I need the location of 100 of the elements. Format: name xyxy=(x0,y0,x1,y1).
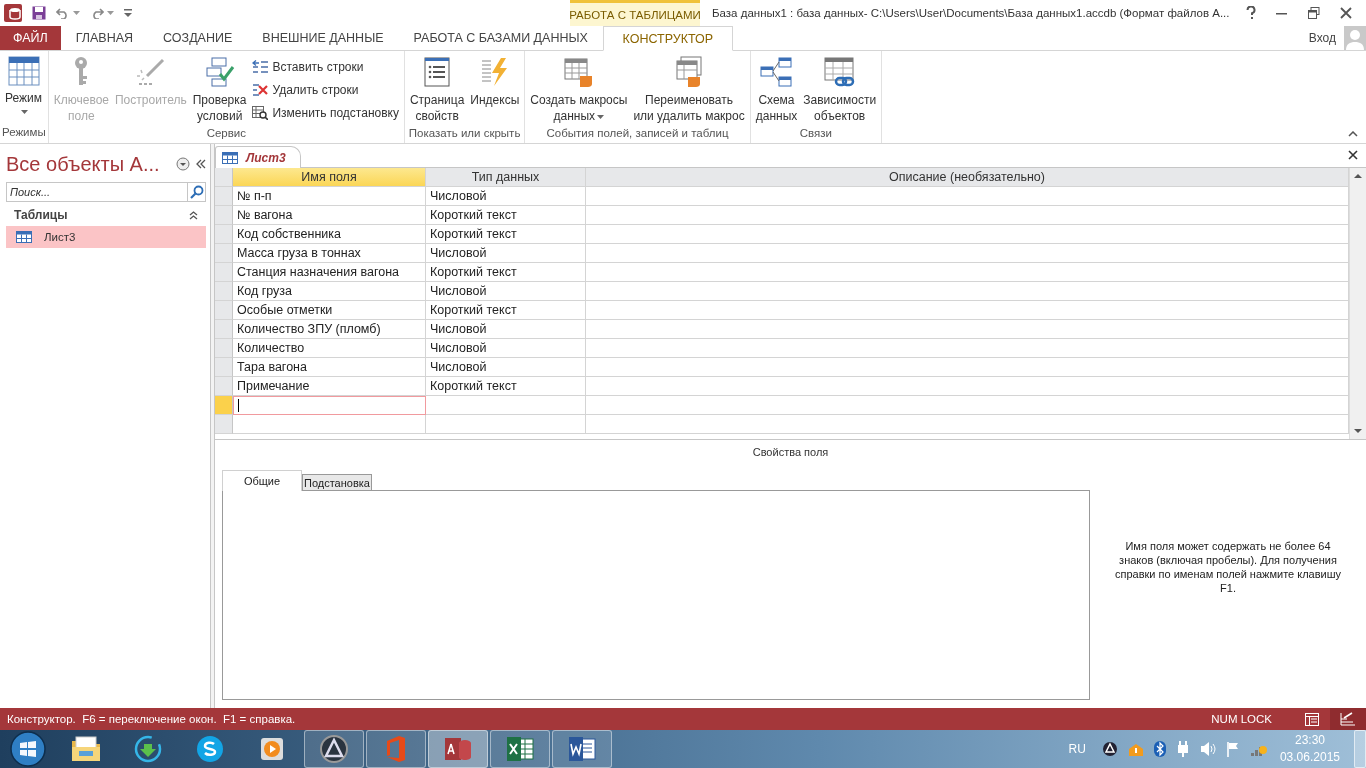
taskbar-button[interactable] xyxy=(490,730,550,768)
description-cell[interactable] xyxy=(586,415,1349,434)
ribbon-tab[interactable]: ВНЕШНИЕ ДАННЫЕ xyxy=(247,26,399,50)
collapse-section-icon[interactable] xyxy=(189,210,198,220)
properties-tab[interactable]: Общие xyxy=(222,470,302,491)
ribbon-button[interactable]: Страница свойств xyxy=(406,53,468,127)
row-selector[interactable] xyxy=(215,415,233,434)
sign-in-link[interactable]: Вход xyxy=(1308,31,1336,45)
row-selector[interactable] xyxy=(215,339,233,358)
dropdown-circle-icon[interactable] xyxy=(176,157,190,171)
ribbon-button[interactable]: Индексы xyxy=(467,53,523,111)
close-icon[interactable] xyxy=(1348,150,1358,160)
ribbon-button[interactable]: Создать макросы данных xyxy=(527,53,631,127)
avatar-icon[interactable] xyxy=(1344,26,1366,50)
row-selector[interactable] xyxy=(215,320,233,339)
ribbon-button[interactable]: Изменить подстановку xyxy=(249,101,402,124)
help-icon[interactable] xyxy=(1246,6,1256,20)
ribbon-button[interactable]: Режим xyxy=(2,53,45,117)
row-selector[interactable] xyxy=(215,187,233,206)
description-cell[interactable] xyxy=(586,225,1349,244)
properties-tab[interactable]: Подстановка xyxy=(302,474,372,490)
field-name-cell[interactable]: № вагона xyxy=(233,206,426,225)
field-name-cell[interactable]: Тара вагона xyxy=(233,358,426,377)
description-cell[interactable] xyxy=(586,396,1349,415)
field-name-input[interactable] xyxy=(233,396,426,415)
ribbon-button[interactable]: Удалить строки xyxy=(249,78,402,101)
save-icon[interactable] xyxy=(32,6,46,20)
description-cell[interactable] xyxy=(586,301,1349,320)
column-header[interactable]: Имя поля xyxy=(233,168,426,187)
view-button[interactable] xyxy=(1330,708,1366,730)
row-selector[interactable] xyxy=(215,225,233,244)
data-type-cell[interactable]: Короткий текст xyxy=(426,263,586,282)
ribbon-tab[interactable]: ФАЙЛ xyxy=(0,26,61,50)
data-type-cell[interactable]: Числовой xyxy=(426,244,586,263)
ribbon-tab[interactable]: ГЛАВНАЯ xyxy=(60,26,149,50)
field-name-cell[interactable]: № п-п xyxy=(233,187,426,206)
description-cell[interactable] xyxy=(586,377,1349,396)
close-icon[interactable] xyxy=(1340,7,1352,19)
data-type-cell[interactable]: Числовой xyxy=(426,358,586,377)
description-cell[interactable] xyxy=(586,187,1349,206)
row-selector[interactable] xyxy=(215,206,233,225)
field-name-cell[interactable]: Количество xyxy=(233,339,426,358)
row-selector[interactable] xyxy=(215,244,233,263)
ribbon-button[interactable]: Проверка условий xyxy=(189,53,250,127)
column-header[interactable]: Тип данных xyxy=(426,168,586,187)
field-name-cell[interactable]: Особые отметки xyxy=(233,301,426,320)
description-cell[interactable] xyxy=(586,358,1349,377)
search-field[interactable]: Поиск... xyxy=(6,182,187,202)
description-cell[interactable] xyxy=(586,320,1349,339)
data-type-cell[interactable]: Числовой xyxy=(426,282,586,301)
data-type-cell[interactable]: Числовой xyxy=(426,320,586,339)
select-all-corner[interactable] xyxy=(215,168,233,187)
field-name-cell[interactable]: Станция назначения вагона xyxy=(233,263,426,282)
ribbon-button[interactable]: Зависимости объектов xyxy=(800,53,880,127)
start-orb-icon[interactable] xyxy=(10,731,46,767)
column-header[interactable]: Описание (необязательно) xyxy=(586,168,1349,187)
field-name-cell[interactable]: Масса груза в тоннах xyxy=(233,244,426,263)
description-cell[interactable] xyxy=(586,244,1349,263)
row-selector[interactable] xyxy=(215,358,233,377)
ribbon-tab[interactable]: КОНСТРУКТОР xyxy=(602,26,733,51)
collapse-pane-icon[interactable] xyxy=(196,159,206,169)
ribbon-button[interactable]: Переименовать или удалить макрос xyxy=(630,53,748,127)
data-type-cell[interactable]: Короткий текст xyxy=(426,206,586,225)
row-selector[interactable] xyxy=(215,377,233,396)
restore-icon[interactable] xyxy=(1308,7,1320,19)
row-selector[interactable] xyxy=(215,301,233,320)
description-cell[interactable] xyxy=(586,282,1349,301)
undo-icon[interactable] xyxy=(56,7,70,19)
row-selector[interactable] xyxy=(215,263,233,282)
row-selector[interactable] xyxy=(215,282,233,301)
vertical-scrollbar[interactable] xyxy=(1349,168,1366,439)
description-cell[interactable] xyxy=(586,263,1349,282)
taskbar-button[interactable] xyxy=(552,730,612,768)
data-type-cell[interactable]: Короткий текст xyxy=(426,301,586,320)
ribbon-button[interactable]: Вставить строки xyxy=(249,55,402,78)
field-name-cell[interactable] xyxy=(233,415,426,434)
taskbar-button[interactable] xyxy=(304,730,364,768)
section-header[interactable]: Таблицы xyxy=(14,208,68,222)
redo-icon[interactable] xyxy=(90,7,104,19)
field-name-cell[interactable]: Код собственника xyxy=(233,225,426,244)
customize-toolbar-icon[interactable] xyxy=(124,9,132,17)
document-tab[interactable]: Лист3 xyxy=(215,146,301,168)
ribbon-tab[interactable]: РАБОТА С БАЗАМИ ДАННЫХ xyxy=(398,26,603,50)
table-list-item[interactable]: Лист3 xyxy=(6,226,206,248)
description-cell[interactable] xyxy=(586,339,1349,358)
data-type-cell[interactable]: Короткий текст xyxy=(426,377,586,396)
collapse-ribbon-icon[interactable] xyxy=(1348,131,1358,137)
data-type-cell[interactable] xyxy=(426,415,586,434)
data-type-cell[interactable]: Числовой xyxy=(426,187,586,206)
data-type-cell[interactable]: Числовой xyxy=(426,339,586,358)
description-cell[interactable] xyxy=(586,206,1349,225)
field-name-cell[interactable]: Код груза xyxy=(233,282,426,301)
current-row-selector[interactable] xyxy=(215,396,233,415)
data-type-cell[interactable]: Короткий текст xyxy=(426,225,586,244)
ribbon-tab[interactable]: СОЗДАНИЕ xyxy=(148,26,248,50)
ribbon-button[interactable]: Схема данных xyxy=(752,53,801,127)
field-name-cell[interactable]: Количество ЗПУ (пломб) xyxy=(233,320,426,339)
data-type-cell[interactable] xyxy=(426,396,586,415)
field-name-cell[interactable]: Примечание xyxy=(233,377,426,396)
spreadsheet-app-icon xyxy=(505,734,535,764)
